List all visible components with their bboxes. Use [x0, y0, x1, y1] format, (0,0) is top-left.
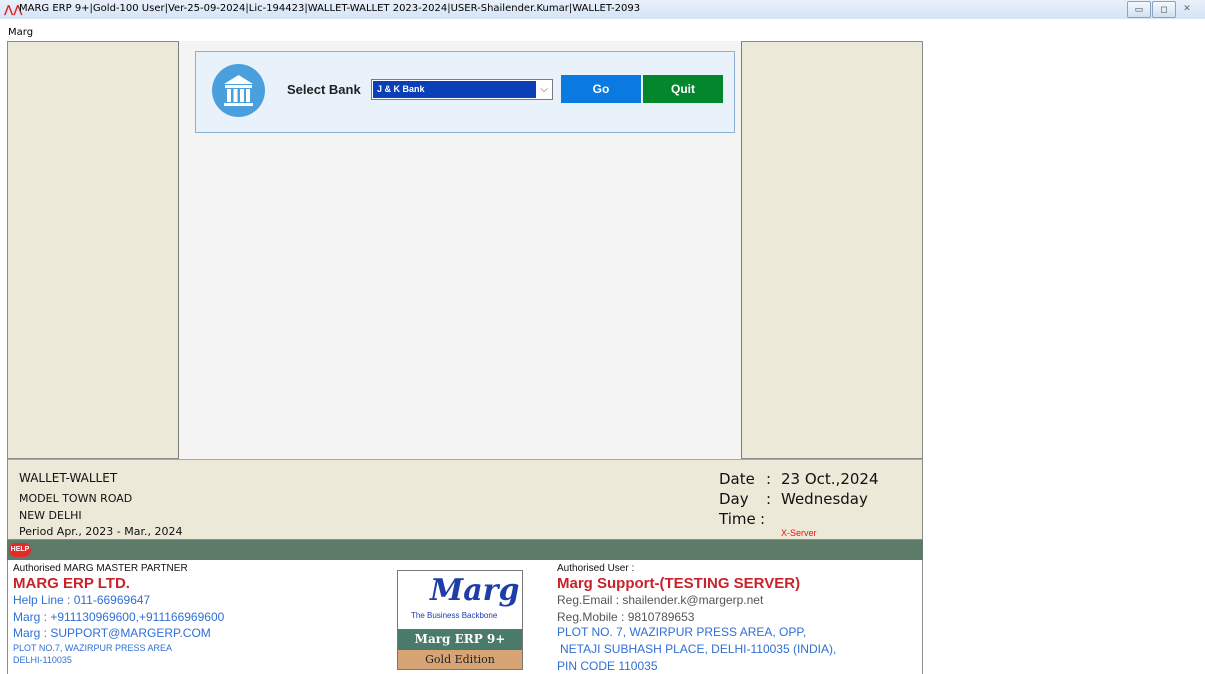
partner-name: MARG ERP LTD.: [13, 575, 130, 592]
server-label: X-Server: [781, 528, 817, 538]
title-bar: ⋀⋀ MARG ERP 9+|Gold-100 User|Ver-25-09-2…: [0, 0, 1205, 20]
user-email: Reg.Email : shailender.k@margerp.net: [557, 593, 764, 607]
partner-address-2: DELHI-110035: [13, 655, 72, 665]
user-heading: Authorised User :: [557, 563, 635, 574]
go-button[interactable]: Go: [561, 75, 641, 103]
company-address-2: NEW DELHI: [19, 509, 82, 522]
partner-address-1: PLOT NO.7, WAZIRPUR PRESS AREA: [13, 643, 173, 653]
company-name: WALLET-WALLET: [19, 471, 118, 485]
partner-email: Marg : SUPPORT@MARGERP.COM: [13, 626, 211, 640]
help-icon[interactable]: HELP: [9, 543, 31, 557]
partner-helpline: Help Line : 011-66969647: [13, 593, 151, 607]
marg-logo-edition: Marg ERP 9+: [398, 629, 522, 650]
day-value: Wednesday: [781, 490, 868, 508]
user-address-2: NETAJI SUBHASH PLACE, DELHI-110035 (INDI…: [560, 642, 837, 656]
close-button[interactable]: ✕: [1177, 1, 1197, 16]
bank-select[interactable]: J & K Bank ⌵: [371, 79, 553, 100]
select-bank-label: Select Bank: [287, 82, 361, 97]
marg-logo: Marg The Business Backbone Marg ERP 9+ G…: [397, 570, 523, 670]
user-address-3: PIN CODE 110035: [557, 659, 658, 673]
partner-phone: Marg : +911130969600,+911166969600: [13, 610, 225, 624]
marg-logo-brand: Marg: [430, 573, 520, 608]
minimize-button[interactable]: ▭: [1127, 1, 1151, 18]
user-address-1: PLOT NO. 7, WAZIRPUR PRESS AREA, OPP,: [557, 625, 807, 639]
window-controls: ▭ ◻ ✕: [1126, 1, 1197, 18]
menu-bar: Marg: [0, 19, 1205, 41]
bank-icon: [212, 64, 265, 117]
menu-item-marg[interactable]: Marg: [8, 27, 33, 38]
help-bar: [7, 540, 923, 560]
bank-select-value: J & K Bank: [373, 81, 536, 98]
partner-heading: Authorised MARG MASTER PARTNER: [13, 563, 188, 574]
window-title: MARG ERP 9+|Gold-100 User|Ver-25-09-2024…: [19, 3, 641, 14]
chevron-down-icon[interactable]: ⌵: [536, 80, 552, 99]
time-label: Time: [719, 510, 756, 528]
quit-button[interactable]: Quit: [643, 75, 723, 103]
marg-logo-gold: Gold Edition: [398, 650, 522, 669]
date-value: 23 Oct.,2024: [781, 470, 879, 488]
restore-button[interactable]: ◻: [1152, 1, 1176, 18]
user-mobile: Reg.Mobile : 9810789653: [557, 610, 695, 624]
date-label: Date: [719, 470, 755, 488]
day-separator: :: [766, 490, 772, 508]
time-separator: :: [760, 510, 766, 528]
marg-logo-tagline: The Business Backbone: [411, 611, 498, 620]
company-period: Period Apr., 2023 - Mar., 2024: [19, 525, 183, 538]
date-separator: :: [766, 470, 772, 488]
day-label: Day: [719, 490, 749, 508]
company-address-1: MODEL TOWN ROAD: [19, 492, 133, 505]
user-name: Marg Support-(TESTING SERVER): [557, 575, 801, 592]
